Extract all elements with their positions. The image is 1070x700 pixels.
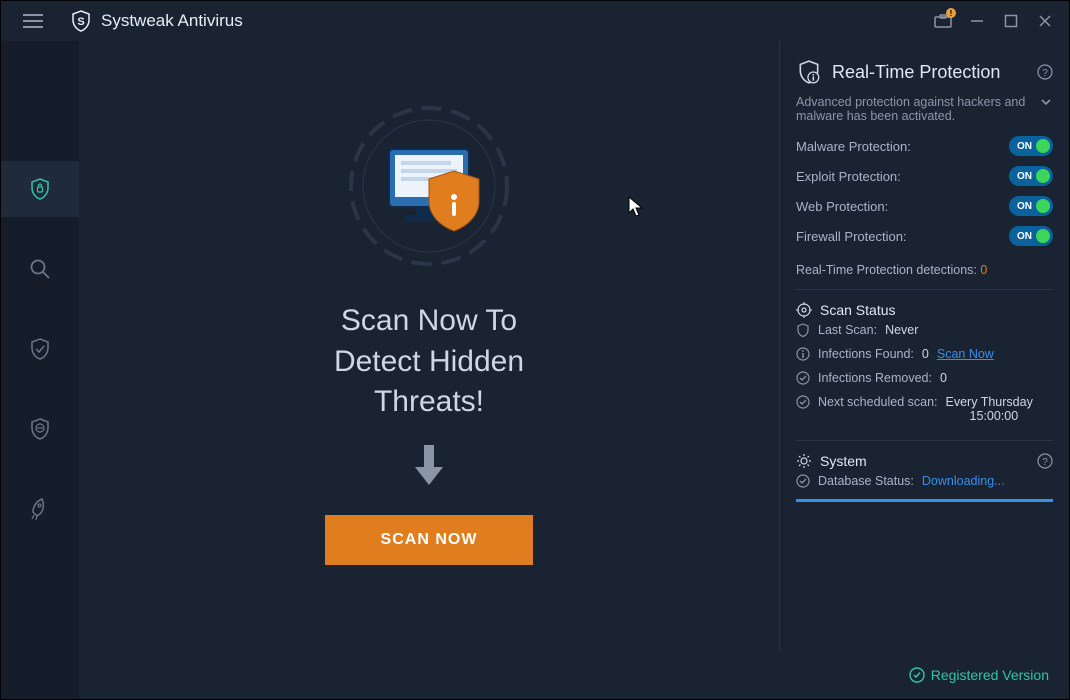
target-icon [796,302,812,318]
shield-e-icon [28,417,52,441]
check-circle-icon [796,474,810,488]
sidebar-item-scan[interactable] [1,241,79,297]
toggle-firewall: Firewall Protection: ON [796,221,1053,251]
window-controls: ! [933,11,1061,31]
headline-line: Threats! [334,382,524,423]
protection-description: Advanced protection against hackers and … [796,95,1031,123]
next-scan-time: 15:00:00 [970,409,1033,423]
app-window: S Systweak Antivirus ! [0,0,1070,700]
sidebar-item-quarantine[interactable] [1,321,79,377]
scan-status-section: Scan Status Last Scan: Never Infections … [796,290,1053,441]
center-panel: Scan Now To Detect Hidden Threats! SCAN … [79,41,779,651]
help-icon: ? [1037,64,1053,80]
protection-header: Real-Time Protection ? [796,59,1053,85]
toggle-label: Firewall Protection: [796,229,907,244]
maximize-icon [1004,14,1018,28]
db-progress [796,499,1053,502]
check-circle-icon [909,667,925,683]
svg-text:?: ? [1042,68,1048,79]
help-icon: ? [1037,453,1053,469]
headline-line: Detect Hidden [334,342,524,383]
protection-collapse-button[interactable] [1039,95,1053,109]
check-circle-icon [796,395,810,409]
system-section: System ? Database Status: Downloading... [796,441,1053,514]
headline-line: Scan Now To [334,301,524,342]
right-panel: Real-Time Protection ? Advanced protecti… [779,41,1069,651]
minimize-button[interactable] [967,11,987,31]
notification-dot-icon: ! [946,8,956,18]
check-circle-icon [796,371,810,385]
sidebar-item-web[interactable] [1,401,79,457]
detections-row: Real-Time Protection detections: 0 [796,263,1053,290]
maximize-button[interactable] [1001,11,1021,31]
toggle-malware: Malware Protection: ON [796,131,1053,161]
shield-info-icon [796,59,822,85]
shield-check-icon [28,337,52,361]
notifications-button[interactable]: ! [933,11,953,31]
toggle-label: Malware Protection: [796,139,911,154]
toggle-exploit-switch[interactable]: ON [1009,166,1053,186]
infections-found-value: 0 [922,347,929,361]
monitor-scan-illustration [334,101,524,281]
rocket-icon [28,497,52,521]
system-help-button[interactable]: ? [1037,453,1053,469]
info-icon [796,347,810,361]
system-title: System [820,453,867,469]
menu-button[interactable] [9,1,57,41]
gear-icon [796,453,812,469]
arrow-down-icon [411,443,447,487]
title-bar: S Systweak Antivirus ! [1,1,1069,41]
scan-now-link[interactable]: Scan Now [937,347,994,361]
app-logo: S Systweak Antivirus [69,9,243,33]
chevron-down-icon [1039,95,1053,109]
toggle-malware-switch[interactable]: ON [1009,136,1053,156]
shield-small-icon [796,323,810,337]
sidebar [1,41,79,699]
protection-title: Real-Time Protection [832,62,1000,83]
app-title: Systweak Antivirus [101,11,243,31]
shield-logo-icon: S [69,9,93,33]
scan-now-button[interactable]: SCAN NOW [325,515,534,565]
toggle-web: Web Protection: ON [796,191,1053,221]
detections-value: 0 [980,263,987,277]
db-status-value: Downloading... [922,474,1005,488]
last-scan-value: Never [885,323,918,337]
close-icon [1038,14,1052,28]
toggle-label: Exploit Protection: [796,169,901,184]
minimize-icon [970,14,984,28]
sidebar-item-protection[interactable] [1,161,79,217]
protection-help-button[interactable]: ? [1037,64,1053,80]
next-scan-value: Every Thursday [946,395,1033,409]
toggle-web-switch[interactable]: ON [1009,196,1053,216]
registered-label: Registered Version [909,667,1049,683]
scan-status-title: Scan Status [820,302,896,318]
headline: Scan Now To Detect Hidden Threats! [334,301,524,423]
close-button[interactable] [1035,11,1055,31]
sidebar-item-optimize[interactable] [1,481,79,537]
status-bar: Registered Version [79,651,1069,699]
toggle-label: Web Protection: [796,199,888,214]
svg-text:?: ? [1042,457,1048,468]
infections-removed-value: 0 [940,371,947,385]
svg-text:S: S [77,16,84,28]
magnifier-icon [28,257,52,281]
toggle-exploit: Exploit Protection: ON [796,161,1053,191]
shield-lock-icon [28,177,52,201]
hamburger-icon [23,14,43,28]
toggle-firewall-switch[interactable]: ON [1009,226,1053,246]
